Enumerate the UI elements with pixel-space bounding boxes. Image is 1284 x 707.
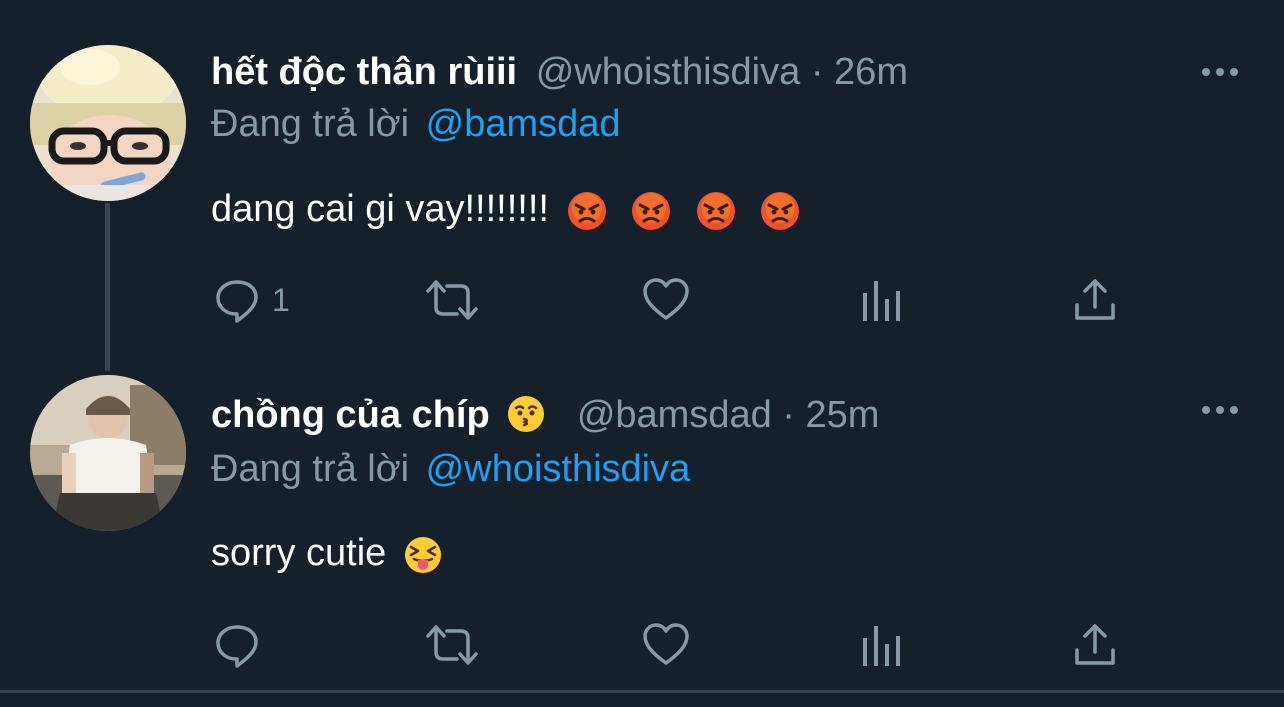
more-icon xyxy=(1202,406,1238,414)
tweet-text: dang cai gi vay!!!!!!!! xyxy=(211,186,801,232)
tweet-text-body: dang cai gi vay!!!!!!!! xyxy=(211,188,549,230)
avatar-image-whoisthisdiva xyxy=(30,45,186,201)
like-button[interactable] xyxy=(642,270,702,330)
share-button[interactable] xyxy=(1073,615,1117,675)
analytics-button[interactable] xyxy=(860,615,904,675)
like-button[interactable] xyxy=(642,615,702,675)
reply-count: 1 xyxy=(272,281,290,318)
retweet-button[interactable] xyxy=(424,615,492,675)
tweet-text-emojis xyxy=(566,188,802,230)
reply-icon xyxy=(216,625,258,668)
analytics-button[interactable] xyxy=(860,270,904,330)
heart-icon xyxy=(643,623,689,665)
more-options-button[interactable] xyxy=(1198,400,1242,420)
separator-dot: · xyxy=(810,51,824,93)
retweet-icon xyxy=(426,280,478,320)
avatar[interactable] xyxy=(30,45,186,201)
display-name[interactable]: chồng của chíp xyxy=(211,394,490,436)
tweet-actions: 1 xyxy=(0,270,1284,330)
mention-link[interactable]: @whoisthisdiva xyxy=(426,448,691,490)
replying-to-label: Đang trả lời xyxy=(211,448,410,490)
retweet-button[interactable] xyxy=(424,270,492,330)
mention-link[interactable]: @bamsdad xyxy=(426,103,621,145)
replying-to-label: Đang trả lời xyxy=(211,103,410,145)
display-name[interactable]: hết độc thân rùiii xyxy=(211,51,517,93)
tweet-divider xyxy=(0,690,1284,693)
analytics-icon xyxy=(863,281,900,321)
tweet-text-body: sorry cutie xyxy=(211,532,387,574)
tweet-header: hết độc thân rùiii @whoisthisdiva · 26m xyxy=(211,49,908,95)
replying-to: Đang trả lời @bamsdad xyxy=(211,101,621,147)
angry-face-emoji xyxy=(632,191,671,230)
share-icon xyxy=(1075,624,1115,665)
tweet-actions xyxy=(0,615,1284,675)
handle[interactable]: @whoisthisdiva xyxy=(536,51,801,93)
more-options-button[interactable] xyxy=(1198,62,1242,82)
heart-icon xyxy=(643,278,689,320)
replying-to: Đang trả lời @whoisthisdiva xyxy=(211,446,690,492)
tweet-header: chồng của chíp @bamsdad · 25m xyxy=(211,392,879,438)
angry-face-emoji xyxy=(567,191,606,230)
handle[interactable]: @bamsdad xyxy=(577,394,772,436)
avatar-image-bamsdad xyxy=(30,375,186,531)
avatar[interactable] xyxy=(30,375,186,531)
tweet-2[interactable]: chồng của chíp @bamsdad · 25m Đang trả l… xyxy=(0,350,1284,690)
share-icon xyxy=(1075,279,1115,320)
kissing-face-emoji xyxy=(508,395,545,432)
tweet-1[interactable]: hết độc thân rùiii @whoisthisdiva · 26m … xyxy=(0,0,1284,350)
reply-button[interactable]: 1 xyxy=(214,270,290,330)
more-icon xyxy=(1202,68,1238,76)
retweet-icon xyxy=(426,625,478,665)
angry-face-emoji xyxy=(761,191,800,230)
reply-icon xyxy=(216,280,258,323)
share-button[interactable] xyxy=(1073,270,1117,330)
squinting-face-with-tongue-emoji xyxy=(404,536,441,573)
timestamp[interactable]: 25m xyxy=(806,394,880,436)
timestamp[interactable]: 26m xyxy=(834,51,908,93)
analytics-icon xyxy=(863,626,900,666)
tweet-text: sorry cutie xyxy=(211,530,443,576)
reply-button[interactable] xyxy=(214,615,272,675)
separator-dot: · xyxy=(782,394,795,436)
angry-face-emoji xyxy=(696,191,735,230)
